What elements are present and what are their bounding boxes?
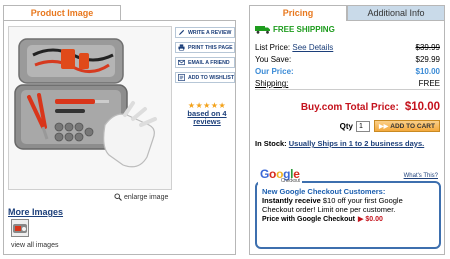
tab-pricing[interactable]: Pricing	[249, 5, 347, 21]
truck-icon	[255, 26, 270, 34]
see-details-link[interactable]: See Details	[292, 43, 333, 52]
email-friend-button[interactable]: EMAIL A FRIEND	[175, 57, 235, 68]
write-review-label: WRITE A REVIEW	[188, 29, 232, 36]
stock-status: In Stock: Usually Ships in 1 to 2 busine…	[255, 139, 440, 148]
email-friend-label: EMAIL A FRIEND	[188, 59, 230, 66]
google-checkout-box: New Google Checkout Customers: Instantly…	[255, 181, 441, 249]
add-to-cart-label: ADD TO CART	[390, 122, 435, 130]
pricing-frame: FREE SHIPPING List Price: See Details $3…	[249, 20, 445, 255]
product-image-panel: Product Image WRITE A REVIEW PRINT THIS …	[3, 5, 236, 255]
google-offer-bold: Instantly receive	[262, 196, 321, 205]
tab-additional-info[interactable]: Additional Info	[347, 5, 445, 21]
product-image-frame: WRITE A REVIEW PRINT THIS PAGE EMAIL A F…	[3, 20, 236, 255]
list-price-row: List Price: See Details $39.99	[255, 42, 440, 53]
printer-icon	[178, 44, 185, 51]
pencil-icon	[178, 29, 185, 36]
image-thumbnail[interactable]	[11, 219, 29, 237]
add-wishlist-button[interactable]: ADD TO WISHLIST	[175, 72, 235, 83]
you-save-label: You Save:	[255, 55, 292, 64]
add-wishlist-label: ADD TO WISHLIST	[188, 74, 235, 81]
list-price-label: List Price:	[255, 43, 291, 52]
google-price-row: Price with Google Checkout ▶ $0.00	[262, 215, 434, 223]
free-shipping-badge: FREE SHIPPING	[255, 25, 335, 34]
enlarge-image-label: enlarge image	[124, 193, 169, 201]
shipping-value: FREE	[418, 79, 440, 88]
our-price-row: Our Price: $10.00	[255, 66, 440, 77]
google-checkout-promo: Google Checkout What's This? New Google …	[255, 167, 441, 251]
rating-block: ★★★★★ based on 4 reviews	[182, 101, 232, 126]
product-image[interactable]	[8, 26, 172, 190]
you-save-value: $29.99	[415, 55, 440, 64]
arrow-right-icon: ▶	[357, 216, 364, 223]
our-price-value: $10.00	[415, 67, 440, 76]
double-arrow-icon: ▶▶	[379, 123, 389, 130]
print-page-label: PRINT THIS PAGE	[188, 44, 233, 51]
google-checkout-logo: Google Checkout	[258, 167, 302, 184]
envelope-icon	[178, 59, 185, 66]
pricing-panel: Pricing Additional Info FREE SHIPPING Li…	[249, 5, 445, 255]
shipping-label[interactable]: Shipping:	[255, 79, 288, 88]
magnifier-icon	[114, 193, 122, 201]
add-to-cart-button[interactable]: ▶▶ ADD TO CART	[374, 120, 440, 132]
enlarge-image-link[interactable]: enlarge image	[114, 193, 168, 201]
print-page-button[interactable]: PRINT THIS PAGE	[175, 42, 235, 53]
reviews-link[interactable]: based on 4 reviews	[182, 110, 232, 126]
total-price-value: $10.00	[404, 101, 440, 113]
tab-product-image[interactable]: Product Image	[3, 5, 121, 21]
shipping-row: Shipping: FREE	[255, 78, 440, 90]
shipping-time-link[interactable]: Usually Ships in 1 to 2 business days.	[289, 139, 424, 148]
google-heading: New Google Checkout Customers:	[262, 187, 386, 196]
free-shipping-label: FREE SHIPPING	[273, 25, 335, 34]
write-review-button[interactable]: WRITE A REVIEW	[175, 27, 235, 38]
more-images-title[interactable]: More Images	[8, 207, 63, 217]
google-offer-text: Instantly receive $10 off your first Goo…	[262, 196, 434, 214]
in-stock-label: In Stock:	[255, 139, 287, 148]
quantity-row: Qty ▶▶ ADD TO CART	[255, 120, 440, 132]
whats-this-link[interactable]: What's This?	[404, 173, 438, 179]
list-price-value: $39.99	[415, 43, 440, 52]
product-actions: WRITE A REVIEW PRINT THIS PAGE EMAIL A F…	[175, 27, 235, 87]
you-save-row: You Save: $29.99	[255, 54, 440, 65]
total-price: Buy.com Total Price: $10.00	[255, 101, 440, 113]
our-price-label: Our Price:	[255, 67, 294, 76]
google-price-value: $0.00	[365, 216, 383, 223]
quantity-input[interactable]	[356, 120, 370, 132]
google-price-label: Price with Google Checkout	[262, 216, 355, 223]
qty-label: Qty	[339, 121, 353, 131]
view-all-images-link[interactable]: view all images	[11, 242, 58, 249]
wishlist-icon	[178, 74, 185, 81]
total-price-label: Buy.com Total Price:	[300, 102, 399, 113]
